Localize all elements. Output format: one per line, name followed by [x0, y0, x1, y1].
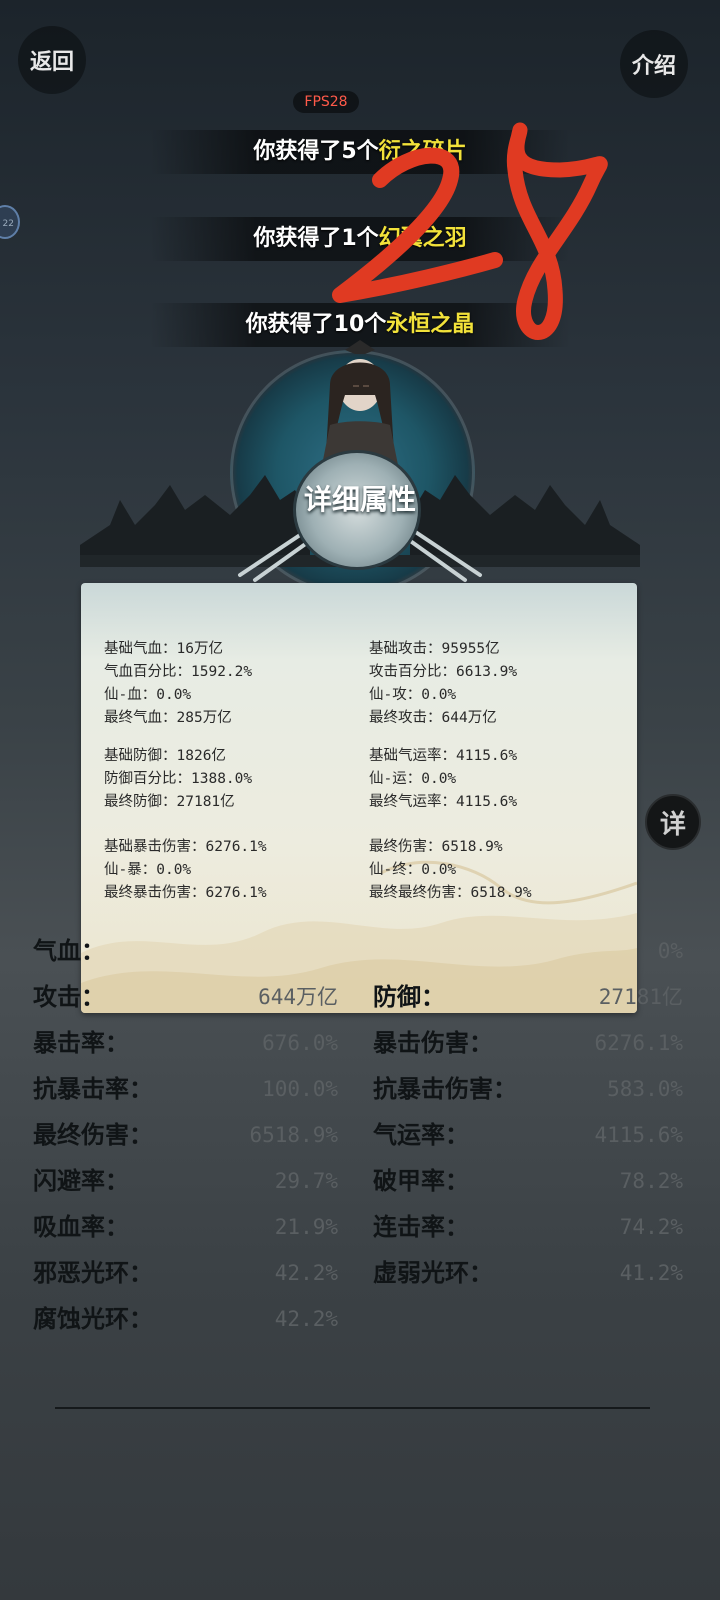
stat-label: 暴击伤害： — [373, 1029, 493, 1057]
stat-armor-pierce: 破甲率： 78.2% — [373, 1158, 683, 1204]
stat-hp-value: 0% — [373, 928, 683, 974]
detail-row: 基础攻击：95955亿 — [369, 641, 500, 657]
detail-row: 仙-暴：0.0% — [104, 862, 192, 878]
stat-value: 0% — [657, 939, 683, 963]
panel-title: 详细属性 — [303, 483, 416, 516]
stat-label: 连击率： — [373, 1213, 469, 1241]
stat-value: 100.0% — [262, 1077, 338, 1101]
stat-row: 闪避率： 29.7% 破甲率： 78.2% — [33, 1158, 683, 1204]
stat-label: 抗暴击率： — [33, 1075, 153, 1103]
reward-item: 幻翼之羽 — [378, 226, 467, 251]
detail-row: 最终气血：285万亿 — [104, 710, 232, 726]
stat-label: 虚弱光环： — [373, 1259, 493, 1287]
stat-row: 最终伤害： 6518.9% 气运率： 4115.6% — [33, 1112, 683, 1158]
reward-prefix: 你获得了5个 — [253, 139, 379, 164]
reward-message: 你获得了5个衍之碎片 — [150, 130, 570, 174]
stat-label: 防御： — [373, 983, 445, 1011]
stat-crit-resist: 抗暴击率： 100.0% — [33, 1066, 338, 1112]
stat-label: 最终伤害： — [33, 1121, 153, 1149]
stat-value: 6276.1% — [594, 1031, 683, 1055]
stat-value: 583.0% — [607, 1077, 683, 1101]
stat-crit-damage-resist: 抗暴击伤害： 583.0% — [373, 1066, 683, 1112]
reward-prefix: 你获得了10个 — [245, 312, 387, 337]
stat-label: 抗暴击伤害： — [373, 1075, 517, 1103]
stat-hp: 气血： — [33, 928, 338, 974]
stat-crit-damage: 暴击伤害： 6276.1% — [373, 1020, 683, 1066]
detail-row: 基础气血：16万亿 — [104, 641, 223, 657]
side-level-badge[interactable]: 22 — [0, 205, 20, 239]
stat-row: 攻击： 644万亿 防御： 27181亿 — [33, 974, 683, 1020]
stat-luck-rate: 气运率： 4115.6% — [373, 1112, 683, 1158]
intro-button[interactable]: 介绍 — [620, 30, 688, 98]
stat-value: 4115.6% — [594, 1123, 683, 1147]
detail-row: 基础暴击伤害：6276.1% — [104, 839, 267, 855]
stat-crit-rate: 暴击率： 676.0% — [33, 1020, 338, 1066]
detail-row: 最终防御：27181亿 — [104, 794, 235, 810]
stat-dodge-rate: 闪避率： 29.7% — [33, 1158, 338, 1204]
stat-combo-rate: 连击率： 74.2% — [373, 1204, 683, 1250]
stat-lifesteal: 吸血率： 21.9% — [33, 1204, 338, 1250]
stat-value: 42.2% — [274, 1307, 338, 1331]
stat-value: 41.2% — [619, 1261, 683, 1285]
stat-row: 腐蚀光环： 42.2% — [33, 1296, 683, 1342]
reward-prefix: 你获得了1个 — [253, 226, 379, 251]
stat-value: 78.2% — [619, 1169, 683, 1193]
reward-item: 永恒之晶 — [386, 312, 475, 337]
stat-row: 气血： 0% — [33, 928, 683, 974]
detail-row: 最终攻击：644万亿 — [369, 710, 497, 726]
stat-label: 邪恶光环： — [33, 1259, 153, 1287]
detail-row: 仙-终：0.0% — [369, 862, 457, 878]
stat-value: 29.7% — [274, 1169, 338, 1193]
detail-row: 最终暴击伤害：6276.1% — [104, 885, 267, 901]
stat-row: 暴击率： 676.0% 暴击伤害： 6276.1% — [33, 1020, 683, 1066]
stat-label: 破甲率： — [373, 1167, 469, 1195]
stat-label: 暴击率： — [33, 1029, 129, 1057]
stat-weak-aura: 虚弱光环： 41.2% — [373, 1250, 683, 1296]
stat-row: 邪恶光环： 42.2% 虚弱光环： 41.2% — [33, 1250, 683, 1296]
stat-value: 676.0% — [262, 1031, 338, 1055]
detail-row: 基础气运率：4115.6% — [369, 748, 518, 764]
stat-row: 抗暴击率： 100.0% 抗暴击伤害： 583.0% — [33, 1066, 683, 1112]
stat-label: 攻击： — [33, 983, 105, 1011]
detail-attributes-left: 基础气血：16万亿 气血百分比：1592.2% 仙-血：0.0% 最终气血：28… — [104, 638, 267, 920]
detail-attributes-right: 基础攻击：95955亿 攻击百分比：6613.9% 仙-攻：0.0% 最终攻击：… — [369, 638, 532, 920]
detail-row: 仙-攻：0.0% — [369, 687, 457, 703]
reward-item: 衍之碎片 — [378, 139, 467, 164]
detail-row: 仙-运：0.0% — [369, 771, 457, 787]
detail-row: 防御百分比：1388.0% — [104, 771, 253, 787]
stat-value: 644万亿 — [258, 985, 338, 1009]
stat-label: 气血： — [33, 937, 105, 965]
stat-label: 气运率： — [373, 1121, 469, 1149]
stat-corrosion-aura: 腐蚀光环： 42.2% — [33, 1296, 338, 1342]
detail-row: 气血百分比：1592.2% — [104, 664, 253, 680]
detail-toggle-button[interactable]: 详 — [645, 794, 701, 850]
stat-label: 闪避率： — [33, 1167, 129, 1195]
stat-final-damage: 最终伤害： 6518.9% — [33, 1112, 338, 1158]
divider-line — [55, 1407, 650, 1409]
back-button[interactable]: 返回 — [18, 26, 86, 94]
stat-value: 74.2% — [619, 1215, 683, 1239]
stat-row: 吸血率： 21.9% 连击率： 74.2% — [33, 1204, 683, 1250]
detail-row: 最终气运率：4115.6% — [369, 794, 518, 810]
stat-evil-aura: 邪恶光环： 42.2% — [33, 1250, 338, 1296]
detail-row: 攻击百分比：6613.9% — [369, 664, 518, 680]
detail-row: 最终最终伤害：6518.9% — [369, 885, 532, 901]
fps-counter: FPS28 — [293, 91, 359, 113]
stat-value: 27181亿 — [598, 985, 683, 1009]
stat-value: 21.9% — [274, 1215, 338, 1239]
stat-label: 腐蚀光环： — [33, 1305, 153, 1333]
stat-label: 吸血率： — [33, 1213, 129, 1241]
detail-row: 最终伤害：6518.9% — [369, 839, 503, 855]
stat-attack: 攻击： 644万亿 — [33, 974, 338, 1020]
detail-row: 基础防御：1826亿 — [104, 748, 226, 764]
detail-row: 仙-血：0.0% — [104, 687, 192, 703]
reward-message: 你获得了1个幻翼之羽 — [150, 217, 570, 261]
stat-defense: 防御： 27181亿 — [373, 974, 683, 1020]
stat-value: 6518.9% — [249, 1123, 338, 1147]
stat-value: 42.2% — [274, 1261, 338, 1285]
